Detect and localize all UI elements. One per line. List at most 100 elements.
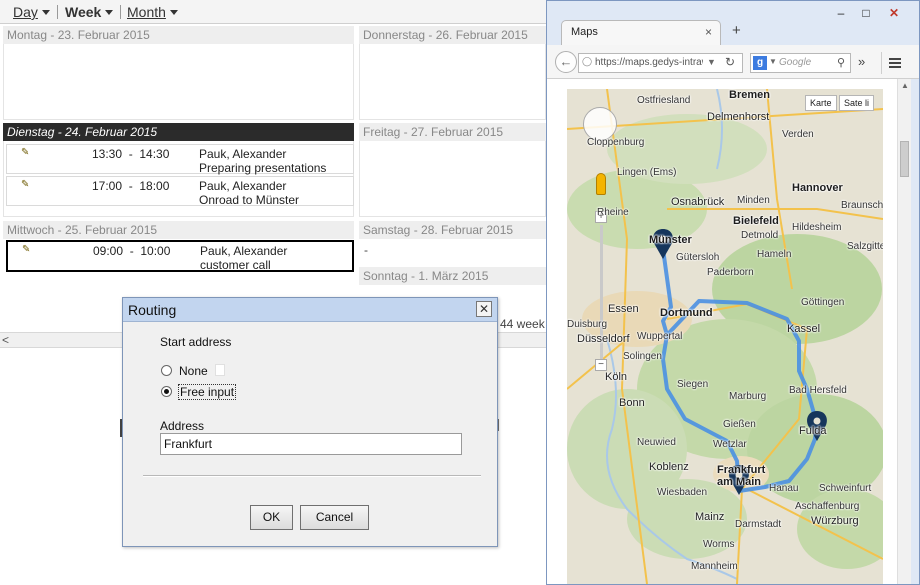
zoom-out-icon[interactable]: − [595,359,607,371]
radio-button[interactable] [161,386,172,397]
chevron-down-icon [169,10,178,15]
radio-button[interactable] [161,365,172,376]
cancel-button[interactable]: Cancel [300,505,369,530]
map-label: Münster [649,234,692,246]
map-label: Wiesbaden [657,487,708,498]
day-saturday[interactable]: Samstag - 28. Februar 2015 - [359,221,546,261]
address-label: Address [160,419,205,433]
map-label: Wetzlar [713,439,747,450]
field-placeholder [215,364,225,376]
dialog-divider [143,475,481,477]
appointment[interactable]: ✎ 09:00 - 10:00 Pauk, Alexander customer… [6,240,354,272]
map-label: Cloppenburg [587,137,645,148]
map-label: Marburg [729,391,767,402]
scrollbar-thumb[interactable] [900,141,909,177]
day-friday[interactable]: Freitag - 27. Februar 2015 [359,123,546,217]
close-icon[interactable]: ✕ [476,301,492,317]
week-number-label: 44 week [500,317,545,331]
week-view-button[interactable]: Week [65,4,114,20]
appointment-subject: Onroad to Münster [199,193,300,207]
day-view-button[interactable]: Day [13,4,50,20]
saturday-placeholder: - [364,243,368,257]
appointment-time: 17:00 - 18:00 [92,179,170,193]
note-icon: ✎ [22,244,31,255]
map-label: Detmold [741,230,779,241]
day-thursday[interactable]: Donnerstag - 26. Februar 2015 [359,26,546,120]
map-label: Wuppertal [637,331,683,342]
calendar-toolbar: Day Week Month [0,0,546,24]
map-label: Düsseldorf [577,333,630,345]
page-content: + − Karte Sate li Bremen Delmenhorst Clo… [547,79,909,584]
week-grid: Montag - 23. Februar 2015 Donnerstag - 2… [0,24,546,332]
map-view[interactable]: + − Karte Sate li Bremen Delmenhorst Clo… [567,89,883,584]
search-icon[interactable]: ⚲ [837,56,845,69]
map-label: Essen [608,303,639,315]
map-label: Hannover [792,182,843,194]
map-label: Würzburg [811,515,859,527]
day-header: Freitag - 27. Februar 2015 [359,123,546,141]
map-label: Fulda [799,425,827,437]
day-wednesday[interactable]: Mittwoch - 25. Februar 2015 ✎ 09:00 - 10… [3,221,354,281]
map-label: Gütersloh [676,252,720,263]
routing-dialog: Routing ✕ Start address None Free input … [122,297,498,547]
day-slot-area[interactable] [3,44,354,120]
vertical-scrollbar[interactable]: ▲ [897,79,911,584]
day-tuesday[interactable]: Dienstag - 24. Februar 2015 ✎ 13:30 - 14… [3,123,354,217]
navigation-bar: ← ◯ https://maps.gedys-intrawer ▼ ↻ g ▼ … [547,45,919,79]
map-label: Salzgitter [847,241,883,252]
map-label: Frankfurt am Main [717,464,766,488]
appointment-owner: Pauk, Alexander [199,147,287,161]
google-icon[interactable]: g [753,56,767,70]
dialog-titlebar[interactable]: Routing ✕ [123,298,497,322]
appointment-subject: customer call [200,258,271,272]
browser-window: – □ ✕ Maps × + ← ◯ https://maps.gedys-in… [546,0,920,585]
map-label: Rheine [597,207,629,218]
tab-maps[interactable]: Maps × [561,20,721,45]
chevron-down-icon [41,10,50,15]
ok-button[interactable]: OK [250,505,293,530]
tab-title: Maps [571,26,598,38]
map-label: Delmenhorst [707,111,770,123]
map-label: Gießen [723,419,756,430]
close-icon[interactable]: ✕ [887,7,901,19]
day-slot-area[interactable] [359,44,546,120]
maximize-icon[interactable]: □ [859,7,873,19]
map-label: Paderborn [707,267,754,278]
address-field[interactable] [160,433,462,455]
day-slot-area[interactable] [359,141,546,217]
tab-close-icon[interactable]: × [705,25,712,39]
map-label: Köln [605,371,628,383]
back-arrow-icon[interactable]: ← [555,51,577,73]
appointment[interactable]: ✎ 13:30 - 14:30 Pauk, Alexander Preparin… [6,144,354,175]
scroll-up-icon[interactable]: ▲ [901,81,909,90]
map-label: Mannheim [691,561,738,572]
pan-control[interactable] [583,107,617,141]
overflow-chevron-icon[interactable]: » [858,54,865,69]
globe-icon: ◯ [582,56,593,66]
tab-strip: – □ ✕ Maps × + [547,1,919,45]
chevron-down-icon[interactable]: ▼ [707,57,716,67]
new-tab-icon[interactable]: + [732,22,741,39]
appointment[interactable]: ✎ 17:00 - 18:00 Pauk, Alexander Onroad t… [6,176,354,207]
minimize-icon[interactable]: – [834,7,848,19]
day-monday[interactable]: Montag - 23. Februar 2015 [3,26,354,120]
address-bar[interactable]: ◯ https://maps.gedys-intrawer ▼ ↻ [578,53,743,73]
search-placeholder: Google [779,57,812,68]
month-view-button[interactable]: Month [127,4,178,20]
map-label: Hildesheim [792,222,842,233]
appointment-subject: Preparing presentations [199,161,327,175]
menu-icon[interactable] [881,52,905,74]
map-label: Hameln [757,249,792,260]
scroll-left-icon[interactable]: < [2,333,9,347]
radio-label: Free input [177,384,237,400]
chevron-down-icon[interactable]: ▼ [769,57,777,66]
search-box[interactable]: g ▼ Google ⚲ [750,53,851,73]
map-type-karte-button[interactable]: Karte [805,95,837,111]
streetview-pegman-icon[interactable] [596,173,606,195]
url-text: https://maps.gedys-intrawer [595,57,703,68]
map-label: Worms [703,539,735,550]
toolbar-divider [57,5,58,19]
reload-icon[interactable]: ↻ [725,55,735,69]
map-label: Darmstadt [735,519,782,530]
map-type-satellite-button[interactable]: Sate li [839,95,875,111]
